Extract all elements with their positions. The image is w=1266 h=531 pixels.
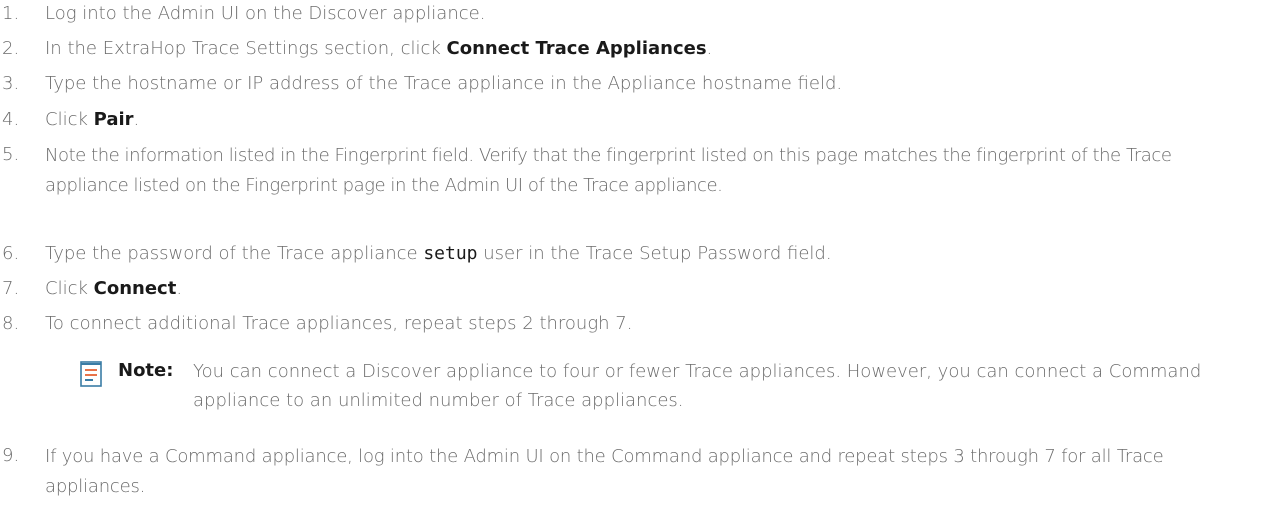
step-number: 1. <box>2 3 20 24</box>
step-number: 2. <box>2 38 20 59</box>
step-text: Log into the Admin UI on the Discover ap… <box>45 3 486 24</box>
step-number: 8. <box>2 313 20 334</box>
step-text-pre: Type the password of the Trace appliance <box>45 243 424 264</box>
ui-label-connect-trace-appliances: Connect Trace Appliances <box>446 38 707 59</box>
code-setup-user: setup <box>423 243 478 264</box>
step-text: If you have a Command appliance, log int… <box>45 446 1164 497</box>
note-callout: Note: You can connect a Discover applian… <box>80 357 1250 415</box>
step-text-pre: Click <box>45 278 94 299</box>
step-text-pre: In the ExtraHop Trace Settings section, … <box>45 38 447 59</box>
note-icon <box>80 361 102 387</box>
step-text: Click Pair. <box>45 106 1250 134</box>
note-text: You can connect a Discover appliance to … <box>193 361 1202 411</box>
step-number: 4. <box>2 109 20 130</box>
step-text-post: user in the Trace Setup Password field. <box>477 243 832 264</box>
procedure-document: 1. Log into the Admin UI on the Discover… <box>0 0 1266 531</box>
step-text: In the ExtraHop Trace Settings section, … <box>45 35 1250 63</box>
step-number: 7. <box>2 278 20 299</box>
step-number: 3. <box>2 73 20 94</box>
step-text: Type the password of the Trace appliance… <box>45 240 1250 268</box>
step-text-post: . <box>706 38 713 59</box>
note-label: Note: <box>118 360 174 381</box>
step-text-post: . <box>176 278 183 299</box>
step-text: To connect additional Trace appliances, … <box>45 313 633 334</box>
ui-label-connect: Connect <box>93 278 177 299</box>
step-text: Note the information listed in the Finge… <box>45 145 1172 196</box>
step-text: Click Connect. <box>45 275 1250 303</box>
ui-label-pair: Pair <box>93 109 134 130</box>
step-number: 6. <box>2 243 20 264</box>
step-text-post: . <box>133 109 140 130</box>
step-text-pre: Click <box>45 109 94 130</box>
step-number: 9. <box>2 445 20 466</box>
step-number: 5. <box>2 144 20 165</box>
step-text: Type the hostname or IP address of the T… <box>45 73 843 94</box>
